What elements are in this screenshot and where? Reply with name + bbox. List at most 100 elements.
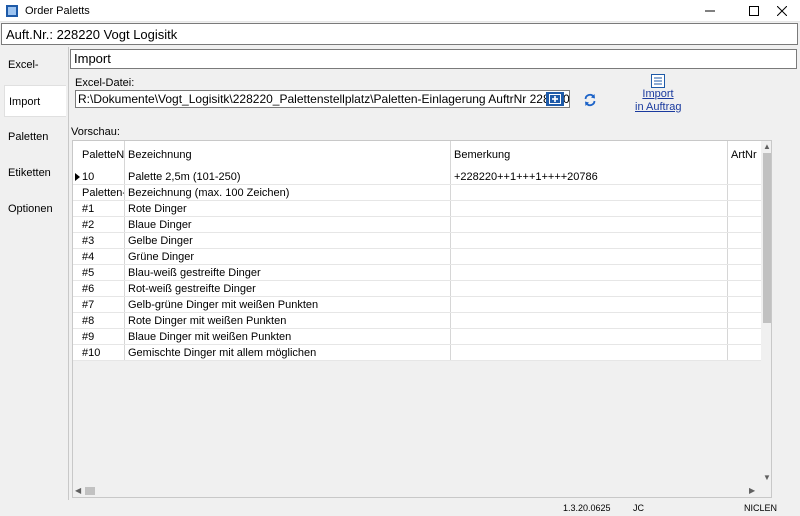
minimize-icon — [705, 10, 715, 12]
table-row[interactable]: #9 Blaue Dinger mit weißen Punkten — [73, 329, 763, 345]
table-cell[interactable] — [728, 169, 763, 184]
table-cell[interactable]: #1 — [79, 201, 125, 216]
table-cell[interactable] — [451, 297, 728, 312]
table-row[interactable]: #5 Blau-weiß gestreifte Dinger — [73, 265, 763, 281]
sidebar-item-optionen[interactable]: Optionen — [4, 193, 66, 225]
table-cell[interactable]: Rot-weiß gestreifte Dinger — [125, 281, 451, 296]
table-cell[interactable] — [451, 217, 728, 232]
table-cell[interactable] — [728, 217, 763, 232]
column-header-bezeichnung[interactable]: Bezeichnung — [125, 141, 451, 169]
table-cell[interactable]: #4 — [79, 249, 125, 264]
horizontal-scroll-thumb[interactable] — [85, 487, 95, 495]
preview-grid[interactable]: PaletteNr Bezeichnung Bemerkung ArtNr 10… — [72, 140, 772, 498]
excel-file-label: Excel-Datei: — [75, 77, 135, 89]
import-button-label-line2: in Auftrag — [635, 101, 682, 113]
table-cell[interactable] — [728, 185, 763, 200]
table-row[interactable]: #1 Rote Dinger — [73, 201, 763, 217]
table-row[interactable]: Paletten-NBezeichnung (max. 100 Zeichen) — [73, 185, 763, 201]
close-icon — [777, 6, 787, 16]
table-cell[interactable]: #9 — [79, 329, 125, 344]
table-cell[interactable] — [728, 345, 763, 360]
table-cell[interactable] — [451, 313, 728, 328]
table-row[interactable]: #7 Gelb-grüne Dinger mit weißen Punkten — [73, 297, 763, 313]
browse-file-button[interactable] — [546, 92, 564, 106]
window-title: Order Paletts — [25, 5, 90, 17]
close-button[interactable] — [764, 0, 800, 22]
excel-file-input[interactable]: R:\Dokumente\Vogt_Logisitk\228220_Palett… — [75, 90, 570, 108]
column-header-palettenr[interactable]: PaletteNr — [79, 141, 125, 169]
table-row[interactable]: #6 Rot-weiß gestreifte Dinger — [73, 281, 763, 297]
vertical-scrollbar[interactable]: ▲ ▼ — [761, 141, 771, 485]
table-cell[interactable] — [728, 249, 763, 264]
import-in-auftrag-button[interactable]: Import in Auftrag — [635, 74, 681, 120]
table-cell[interactable]: Blau-weiß gestreifte Dinger — [125, 265, 451, 280]
table-cell[interactable] — [451, 281, 728, 296]
table-cell[interactable]: +228220++1+++1++++20786 — [451, 169, 728, 184]
table-cell[interactable]: Rote Dinger — [125, 201, 451, 216]
vertical-scroll-thumb[interactable] — [763, 153, 771, 323]
table-cell[interactable] — [728, 201, 763, 216]
refresh-icon[interactable] — [583, 93, 597, 107]
table-cell[interactable]: Gemischte Dinger mit allem möglichen — [125, 345, 451, 360]
table-cell[interactable]: Paletten-N — [79, 185, 125, 200]
order-number-text: Auft.Nr.: 228220 Vogt Logisitk — [6, 27, 178, 42]
table-row[interactable]: #8 Rote Dinger mit weißen Punkten — [73, 313, 763, 329]
table-cell[interactable] — [728, 265, 763, 280]
table-cell[interactable] — [451, 233, 728, 248]
table-cell[interactable]: Palette 2,5m (101-250) — [125, 169, 451, 184]
scroll-left-icon[interactable]: ◀ — [75, 486, 81, 496]
scroll-down-icon[interactable]: ▼ — [763, 473, 771, 483]
table-cell[interactable] — [728, 329, 763, 344]
table-cell[interactable]: 10 — [79, 169, 125, 184]
horizontal-scrollbar[interactable]: ◀ ▶ — [73, 485, 761, 497]
sidebar: Excel-Export Import Paletten Etiketten O… — [0, 47, 68, 500]
minimize-button[interactable] — [692, 0, 728, 22]
table-row[interactable]: #3 Gelbe Dinger — [73, 233, 763, 249]
column-header-bemerkung[interactable]: Bemerkung — [451, 141, 728, 169]
table-row[interactable]: #2 Blaue Dinger — [73, 217, 763, 233]
status-user: JC — [633, 503, 644, 513]
table-cell[interactable]: Gelbe Dinger — [125, 233, 451, 248]
table-cell[interactable]: Grüne Dinger — [125, 249, 451, 264]
sidebar-item-etiketten[interactable]: Etiketten — [4, 157, 66, 189]
table-cell[interactable] — [728, 313, 763, 328]
table-cell[interactable]: Bezeichnung (max. 100 Zeichen) — [125, 185, 451, 200]
table-cell[interactable] — [451, 201, 728, 216]
sidebar-item-excel-export[interactable]: Excel-Export — [4, 49, 66, 103]
table-row[interactable]: 10 Palette 2,5m (101-250) +228220++1+++1++… — [73, 169, 763, 185]
scroll-right-icon[interactable]: ▶ — [749, 486, 755, 496]
import-button-label-line1: Import — [642, 88, 674, 100]
table-cell[interactable]: Rote Dinger mit weißen Punkten — [125, 313, 451, 328]
table-cell[interactable] — [728, 233, 763, 248]
table-row[interactable]: #10 Gemischte Dinger mit allem möglichen — [73, 345, 763, 361]
sidebar-item-paletten[interactable]: Paletten — [4, 121, 66, 153]
plus-icon — [549, 94, 561, 104]
status-version: 1.3.20.0625 — [563, 503, 611, 513]
table-cell[interactable]: Blaue Dinger mit weißen Punkten — [125, 329, 451, 344]
status-bar: 1.3.20.0625 JC NICLEN — [0, 500, 800, 516]
table-cell[interactable]: #7 — [79, 297, 125, 312]
table-cell[interactable] — [451, 345, 728, 360]
preview-label: Vorschau: — [71, 126, 120, 138]
table-cell[interactable] — [451, 265, 728, 280]
table-cell[interactable]: #3 — [79, 233, 125, 248]
column-header-artnr[interactable]: ArtNr — [728, 141, 763, 169]
table-cell[interactable]: #8 — [79, 313, 125, 328]
table-cell[interactable]: #5 — [79, 265, 125, 280]
table-cell[interactable]: #2 — [79, 217, 125, 232]
status-machine: NICLEN — [744, 503, 778, 513]
table-cell[interactable]: Gelb-grüne Dinger mit weißen Punkten — [125, 297, 451, 312]
maximize-icon — [749, 6, 759, 16]
table-cell[interactable]: Blaue Dinger — [125, 217, 451, 232]
table-cell[interactable] — [451, 249, 728, 264]
sidebar-item-import[interactable]: Import — [4, 85, 66, 117]
table-cell[interactable] — [728, 281, 763, 296]
section-title: Import — [70, 49, 797, 69]
scroll-up-icon[interactable]: ▲ — [763, 142, 771, 152]
table-cell[interactable] — [451, 185, 728, 200]
table-cell[interactable]: #10 — [79, 345, 125, 360]
table-cell[interactable] — [451, 329, 728, 344]
table-cell[interactable]: #6 — [79, 281, 125, 296]
table-row[interactable]: #4 Grüne Dinger — [73, 249, 763, 265]
table-cell[interactable] — [728, 297, 763, 312]
